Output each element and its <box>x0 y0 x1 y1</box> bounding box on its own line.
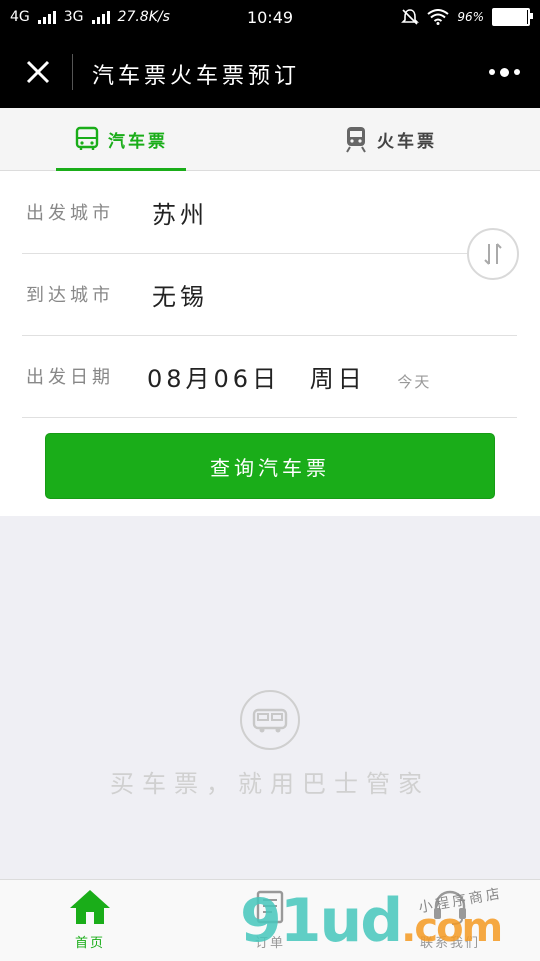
order-icon <box>256 890 284 924</box>
tabbar-order[interactable]: 订单 <box>210 888 330 951</box>
arrive-label: 到达城市 <box>26 285 114 306</box>
tabbar-home[interactable]: 首页 <box>30 888 150 951</box>
headset-icon <box>434 890 466 925</box>
train-icon <box>343 125 369 153</box>
date-text: 08月06日 <box>147 365 281 393</box>
arrive-row[interactable]: 到达城市 无锡 <box>22 253 517 336</box>
depart-label: 出发城市 <box>26 203 114 224</box>
battery-icon <box>492 8 533 26</box>
swap-cities-button[interactable] <box>467 228 519 280</box>
more-icon-dot <box>499 67 509 77</box>
battery-percent: 96% <box>457 10 484 24</box>
more-button[interactable] <box>486 62 522 82</box>
mute-bell-icon <box>401 9 420 25</box>
weekday-text: 周日 <box>309 365 366 393</box>
status-bar: 4G 3G 27.8K/s 10:49 96% <box>0 0 540 36</box>
page-title: 汽车票火车票预订 <box>92 64 301 89</box>
tabbar-contact[interactable]: 联系我们 <box>390 888 510 951</box>
more-icon-dot-2 <box>513 69 520 75</box>
empty-state: 买车票，就用巴士管家 <box>0 690 540 799</box>
tab-bus-label: 汽车票 <box>108 131 168 152</box>
home-icon <box>70 890 110 924</box>
depart-city[interactable]: 苏州 <box>152 195 208 230</box>
close-button[interactable] <box>18 52 58 92</box>
arrive-city[interactable]: 无锡 <box>152 277 208 312</box>
empty-bus-icon <box>240 690 300 750</box>
nav-bar: 汽车票火车票预订 <box>0 36 540 108</box>
swap-icon <box>484 243 502 265</box>
bus-icon <box>74 126 100 152</box>
close-icon <box>26 60 50 84</box>
tabbar-home-label: 首页 <box>74 936 105 951</box>
tab-train-label: 火车票 <box>377 131 437 152</box>
tab-bus[interactable]: 汽车票 <box>56 108 186 171</box>
depart-row[interactable]: 出发城市 苏州 <box>22 171 517 254</box>
date-row[interactable]: 出发日期 08月06日 周日 今天 <box>22 335 517 418</box>
date-value[interactable]: 08月06日 周日 今天 <box>147 359 431 394</box>
ticket-tabs: 汽车票 火车票 <box>0 108 540 171</box>
nav-divider <box>72 54 73 90</box>
tabbar-contact-label: 联系我们 <box>419 936 480 951</box>
wifi-icon <box>427 9 449 25</box>
more-icon <box>488 69 495 75</box>
bottom-tab-bar: 首页 订单 联系我们 <box>0 879 540 961</box>
tab-train[interactable]: 火车票 <box>320 108 460 170</box>
empty-slogan: 买车票，就用巴士管家 <box>110 770 430 798</box>
tabbar-order-label: 订单 <box>254 936 285 951</box>
today-badge: 今天 <box>397 373 432 391</box>
date-label: 出发日期 <box>26 367 114 388</box>
search-button[interactable]: 查询汽车票 <box>45 433 495 499</box>
